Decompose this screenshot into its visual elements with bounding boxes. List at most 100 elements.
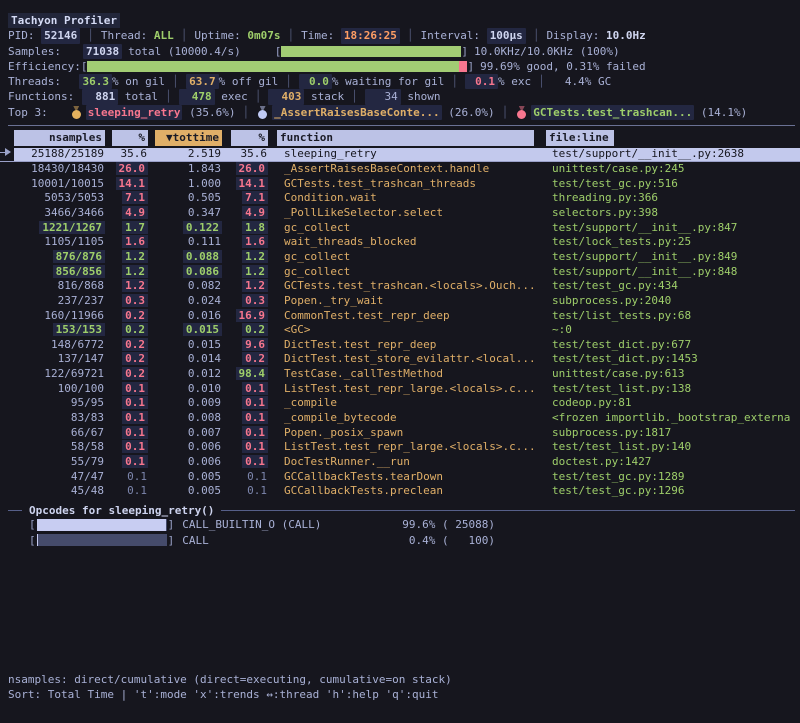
info-value: ALL xyxy=(154,28,174,43)
table-row[interactable]: 55/790.10.0060.1DocTestRunner.__rundocte… xyxy=(0,455,800,470)
profiler-screen: Tachyon Profiler PID: 52146│Thread: ALL│… xyxy=(0,0,800,723)
table-row[interactable]: 83/830.10.0080.1_compile_bytecode<frozen… xyxy=(0,411,800,426)
info-label: Time: xyxy=(301,28,341,43)
table-row[interactable]: 122/697210.20.01298.4TestCase._callTestM… xyxy=(0,367,800,382)
opcode-rows: []CALL_BUILTIN_O (CALL)99.6% ( 25088)[]C… xyxy=(8,517,795,548)
table-row[interactable]: 160/119660.20.01616.9CommonTest.test_rep… xyxy=(0,309,800,324)
table-row[interactable]: 237/2370.30.0240.3Popen._try_waitsubproc… xyxy=(0,294,800,309)
cell-function: DictTest.test_repr_deep xyxy=(284,338,540,353)
cell-value: 0.010 xyxy=(187,382,222,395)
cell-file-line: <frozen importlib._bootstrap_externa xyxy=(552,411,800,426)
column-header-%[interactable]: % xyxy=(112,130,148,146)
opcode-bar-fill xyxy=(37,534,38,546)
cell-value: 7.1 xyxy=(242,191,268,204)
table-row[interactable]: 18430/1843026.01.84326.0_AssertRaisesBas… xyxy=(0,162,800,177)
top3-function-name: sleeping_retry xyxy=(86,105,183,120)
top3-percent: (35.6%) xyxy=(182,105,235,120)
efficiency-bar-open-bracket: [ xyxy=(81,59,88,74)
cell-value: 153/153 xyxy=(53,323,105,336)
separator: │ xyxy=(495,105,516,120)
info-value: 10.0Hz xyxy=(606,28,646,43)
column-header-tottime[interactable]: ▼tottime xyxy=(155,130,222,146)
cell-value: 5053/5053 xyxy=(43,191,105,204)
stat-value: 0.0 xyxy=(299,74,332,89)
cell-value: 3466/3466 xyxy=(43,206,105,219)
cell-function: _AssertRaisesBaseContext.handle xyxy=(284,162,540,177)
info-value: 18:26:25 xyxy=(341,28,400,43)
cell-value: 0.015 xyxy=(183,323,222,336)
cell-value: 26.0 xyxy=(236,162,269,175)
cell-function: _compile xyxy=(284,396,540,411)
cell-file-line: test/support/__init__.py:849 xyxy=(552,250,800,265)
cell-tt: 0.009 xyxy=(148,396,222,411)
table-row[interactable]: 1221/12671.70.1221.8gc_collecttest/suppo… xyxy=(0,221,800,236)
table-row[interactable]: 1105/11051.60.1111.6wait_threads_blocked… xyxy=(0,235,800,250)
samples-total: 71038 xyxy=(83,44,122,59)
cell-value: 55/79 xyxy=(70,455,105,468)
cell-file-line: unittest/case.py:245 xyxy=(552,162,800,177)
table-row[interactable]: 95/950.10.0090.1_compilecodeop.py:81 xyxy=(0,396,800,411)
column-header-file-line[interactable]: file:line xyxy=(546,130,614,146)
cell-ns: 95/95 xyxy=(14,396,105,411)
column-header-function[interactable]: function xyxy=(277,130,534,146)
table-row[interactable]: 137/1470.20.0140.2DictTest.test_store_ev… xyxy=(0,352,800,367)
table-row[interactable]: 5053/50537.10.5057.1Condition.waitthread… xyxy=(0,191,800,206)
table-row[interactable]: 58/580.10.0060.1ListTest.test_repr_large… xyxy=(0,440,800,455)
stat-value: 4.4 xyxy=(552,74,585,89)
samples-label: Samples: xyxy=(8,44,61,59)
top3-function-name: GCTests.test_trashcan... xyxy=(531,105,694,120)
cell-tt: 0.024 xyxy=(148,294,222,309)
cell-p2: 26.0 xyxy=(222,162,268,177)
cell-p1: 26.0 xyxy=(105,162,148,177)
cell-p1: 0.1 xyxy=(105,440,148,455)
opcode-row: []CALL_BUILTIN_O (CALL)99.6% ( 25088) xyxy=(29,517,495,533)
opcode-name: CALL_BUILTIN_O (CALL) xyxy=(182,517,321,533)
cell-value: 0.347 xyxy=(187,206,222,219)
cell-p1: 0.1 xyxy=(105,426,148,441)
opcode-bar-open-bracket: [ xyxy=(29,517,36,533)
cell-p1: 0.1 xyxy=(105,455,148,470)
cell-function: Popen._posix_spawn xyxy=(284,426,540,441)
table-row[interactable]: 148/67720.20.0159.6DictTest.test_repr_de… xyxy=(0,338,800,353)
cell-file-line: unittest/case.py:613 xyxy=(552,367,800,382)
table-row[interactable]: 100/1000.10.0100.1ListTest.test_repr_lar… xyxy=(0,382,800,397)
cell-p1: 0.3 xyxy=(105,294,148,309)
cell-value: 0.3 xyxy=(122,294,148,307)
cell-function: wait_threads_blocked xyxy=(284,235,540,250)
samples-line: Samples:71038total (10000.4/s) [] 10.0KH… xyxy=(8,44,800,59)
cell-value: 856/856 xyxy=(53,265,105,278)
table-row[interactable]: 47/470.10.0050.1GCCallbackTests.tearDown… xyxy=(0,470,800,485)
cell-p2: 14.1 xyxy=(222,177,268,192)
cell-function: GCCallbackTests.preclean xyxy=(284,484,540,499)
cell-p1: 1.7 xyxy=(105,221,148,236)
cell-p2: 0.3 xyxy=(222,294,268,309)
table-row[interactable]: 45/480.10.0050.1GCCallbackTests.preclean… xyxy=(0,484,800,499)
cell-value: 45/48 xyxy=(70,484,105,497)
table-row[interactable]: 153/1530.20.0150.2<GC>~:0 xyxy=(0,323,800,338)
cell-value: 0.006 xyxy=(187,455,222,468)
table-row[interactable]: 816/8681.20.0821.2GCTests.test_trashcan.… xyxy=(0,279,800,294)
table-row[interactable]: 3466/34664.90.3474.9_PollLikeSelector.se… xyxy=(0,206,800,221)
table-row[interactable]: 856/8561.20.0861.2gc_collecttest/support… xyxy=(0,265,800,280)
cell-value: 0.082 xyxy=(187,279,222,292)
opcode-bar xyxy=(37,519,167,531)
cell-value: 0.1 xyxy=(242,426,268,439)
table-header-row: nsamples% ▼tottime% function file:line xyxy=(0,130,800,146)
cell-value: 1.2 xyxy=(242,250,268,263)
cell-file-line: subprocess.py:2040 xyxy=(552,294,800,309)
table-row[interactable]: 10001/1001514.11.00014.1GCTests.test_tra… xyxy=(0,177,800,192)
efficiency-label: Efficiency: xyxy=(8,59,81,74)
cell-value: 0.086 xyxy=(183,265,222,278)
table-row[interactable]: 66/670.10.0070.1Popen._posix_spawnsubpro… xyxy=(0,426,800,441)
column-header-nsamples[interactable]: nsamples xyxy=(14,130,105,146)
cell-value: 160/11966 xyxy=(43,309,105,322)
info-value: 0m07s xyxy=(247,28,280,43)
cell-value: 0.1 xyxy=(242,396,268,409)
table-row[interactable]: 25188/2518935.62.51935.6sleeping_retryte… xyxy=(0,148,800,163)
cell-p1: 1.6 xyxy=(105,235,148,250)
cell-tt: 0.086 xyxy=(148,265,222,280)
cell-value: 0.1 xyxy=(126,470,148,483)
table-row[interactable]: 876/8761.20.0881.2gc_collecttest/support… xyxy=(0,250,800,265)
cell-p1: 35.6 xyxy=(105,147,148,162)
column-header-%[interactable]: % xyxy=(231,130,268,146)
